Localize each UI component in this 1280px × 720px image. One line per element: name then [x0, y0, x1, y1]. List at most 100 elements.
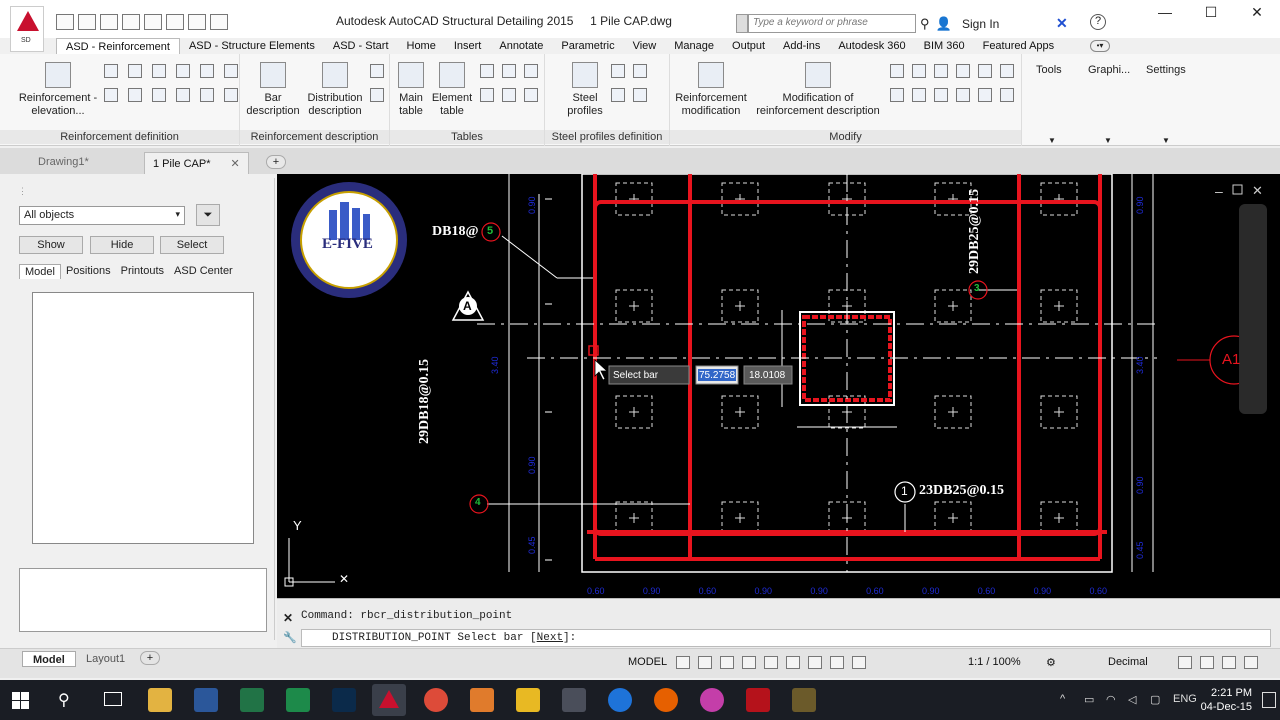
- file-explorer-icon[interactable]: [148, 688, 172, 712]
- ortho-icon[interactable]: [720, 656, 734, 669]
- graphics-menu[interactable]: Graphi... ▼: [1088, 64, 1130, 145]
- modify-tool-icon[interactable]: [912, 88, 926, 102]
- close-tab-icon[interactable]: ✕: [230, 158, 239, 170]
- maximize-icon[interactable]: ☐: [1188, 4, 1234, 21]
- tools-menu[interactable]: Tools ▼: [1036, 64, 1062, 145]
- autocad-360-icon[interactable]: [286, 688, 310, 712]
- drawing-canvas[interactable]: – ✕ DB18@ 5 4 3 1 23DB25@0.15 29DB18@0.1…: [277, 174, 1280, 598]
- reinf-tool-icon[interactable]: [224, 64, 238, 78]
- ribbon-tab-view[interactable]: View: [624, 38, 666, 54]
- modify-reinforcement-description-button[interactable]: Modification of reinforcement descriptio…: [754, 62, 882, 118]
- help-icon[interactable]: ?: [1090, 14, 1106, 30]
- new-file-icon[interactable]: [56, 14, 74, 30]
- ribbon-tab-annotate[interactable]: Annotate: [490, 38, 552, 54]
- hardware-accel-icon[interactable]: [1200, 656, 1214, 669]
- clock[interactable]: 2:21 PM 04-Dec-15: [1201, 686, 1252, 714]
- modify-tool-icon[interactable]: [1000, 88, 1014, 102]
- modify-tool-icon[interactable]: [934, 64, 948, 78]
- modify-tool-icon[interactable]: [890, 88, 904, 102]
- reinf-tool-icon[interactable]: [176, 64, 190, 78]
- clean-screen-icon[interactable]: [1222, 656, 1236, 669]
- customize-status-icon[interactable]: [1244, 656, 1258, 669]
- redo-icon[interactable]: [188, 14, 206, 30]
- table-tool-icon[interactable]: [524, 64, 538, 78]
- element-table-button[interactable]: Element table: [430, 62, 474, 118]
- reinf-tool-icon[interactable]: [104, 64, 118, 78]
- word-icon[interactable]: [194, 688, 218, 712]
- model-space-toggle[interactable]: MODEL: [628, 656, 667, 668]
- doc-tab-drawing1[interactable]: Drawing1*: [30, 152, 97, 174]
- message-icon[interactable]: ▢: [1150, 693, 1160, 706]
- save-icon[interactable]: [100, 14, 118, 30]
- m-app-icon[interactable]: [562, 688, 586, 712]
- ribbon-tab-home[interactable]: Home: [398, 38, 445, 54]
- sign-in-button[interactable]: Sign In: [962, 17, 999, 31]
- object-tree[interactable]: [32, 292, 254, 544]
- steel-tool-icon[interactable]: [611, 88, 625, 102]
- grid-icon[interactable]: [676, 656, 690, 669]
- table-tool-icon[interactable]: [502, 88, 516, 102]
- tab-asd-center[interactable]: ASD Center: [169, 264, 238, 279]
- mathtype-icon[interactable]: [516, 688, 540, 712]
- table-tool-icon[interactable]: [502, 64, 516, 78]
- qat-dropdown-icon[interactable]: [210, 14, 228, 30]
- tab-printouts[interactable]: Printouts: [116, 264, 169, 279]
- hide-button[interactable]: Hide: [90, 236, 154, 254]
- ribbon-tab-bim-360[interactable]: BIM 360: [915, 38, 974, 54]
- panel-grip-icon[interactable]: ⋮: [18, 186, 27, 197]
- steel-tool-icon[interactable]: [633, 64, 647, 78]
- search-toggle[interactable]: [736, 14, 748, 33]
- new-layout-button[interactable]: +: [140, 651, 160, 665]
- reinf-tool-icon[interactable]: [224, 88, 238, 102]
- workspace-gear-icon[interactable]: ⚙: [1046, 656, 1056, 669]
- action-center-icon[interactable]: [1262, 692, 1276, 708]
- filter-icon[interactable]: ⏷: [196, 204, 220, 226]
- command-input[interactable]: DISTRIBUTION_POINT Select bar [Next]:: [301, 629, 1271, 647]
- print-icon[interactable]: [144, 14, 162, 30]
- bar-description-button[interactable]: Bar description: [242, 62, 304, 118]
- description-tool-icon[interactable]: [370, 64, 384, 78]
- autodesk-app-icon[interactable]: [746, 688, 770, 712]
- viewport-close-icon[interactable]: ✕: [1252, 183, 1263, 198]
- table-tool-icon[interactable]: [480, 88, 494, 102]
- network-icon[interactable]: ▭: [1084, 693, 1094, 706]
- isolate-icon[interactable]: [1178, 656, 1192, 669]
- reinf-tool-icon[interactable]: [152, 88, 166, 102]
- firefox-icon[interactable]: [654, 688, 678, 712]
- viewport-restore-icon[interactable]: [1232, 184, 1243, 195]
- search-input[interactable]: Type a keyword or phrase: [748, 14, 916, 33]
- excel-icon[interactable]: [240, 688, 264, 712]
- ribbon-minimize-toggle[interactable]: •▾: [1090, 40, 1110, 52]
- chrome-icon[interactable]: [424, 688, 448, 712]
- internet-explorer-icon[interactable]: [608, 688, 632, 712]
- modify-tool-icon[interactable]: [956, 64, 970, 78]
- user-icon[interactable]: 👤: [936, 16, 952, 32]
- modify-tool-icon[interactable]: [1000, 64, 1014, 78]
- units-select[interactable]: Decimal: [1108, 656, 1148, 668]
- reinf-tool-icon[interactable]: [128, 64, 142, 78]
- description-tool-icon[interactable]: [370, 88, 384, 102]
- reinf-tool-icon[interactable]: [128, 88, 142, 102]
- reinf-tool-icon[interactable]: [104, 88, 118, 102]
- annotation-scale[interactable]: 1:1 / 100%: [968, 656, 1021, 668]
- binoculars-icon[interactable]: ⚲: [920, 16, 930, 32]
- reinforcement-modification-button[interactable]: Reinforcement modification: [674, 62, 748, 118]
- ribbon-tab-asd-start[interactable]: ASD - Start: [324, 38, 398, 54]
- ribbon-tab-autodesk-360[interactable]: Autodesk 360: [829, 38, 914, 54]
- distribution-description-button[interactable]: Distribution description: [302, 62, 368, 118]
- steel-tool-icon[interactable]: [611, 64, 625, 78]
- volume-icon[interactable]: ◁: [1128, 693, 1136, 706]
- table-tool-icon[interactable]: [524, 88, 538, 102]
- tray-chevron-icon[interactable]: ^: [1060, 693, 1065, 705]
- windows-start-icon[interactable]: [12, 692, 29, 709]
- ribbon-tab-insert[interactable]: Insert: [445, 38, 491, 54]
- modify-tool-icon[interactable]: [934, 88, 948, 102]
- itunes-icon[interactable]: [700, 688, 724, 712]
- reinf-tool-icon[interactable]: [200, 64, 214, 78]
- tab-positions[interactable]: Positions: [61, 264, 116, 279]
- robot-app-icon[interactable]: [792, 688, 816, 712]
- osnap-icon[interactable]: [764, 656, 778, 669]
- reinforcement-elevation-button[interactable]: Reinforcement - elevation...: [14, 62, 102, 118]
- task-view-icon[interactable]: [104, 692, 122, 706]
- modify-tool-icon[interactable]: [978, 88, 992, 102]
